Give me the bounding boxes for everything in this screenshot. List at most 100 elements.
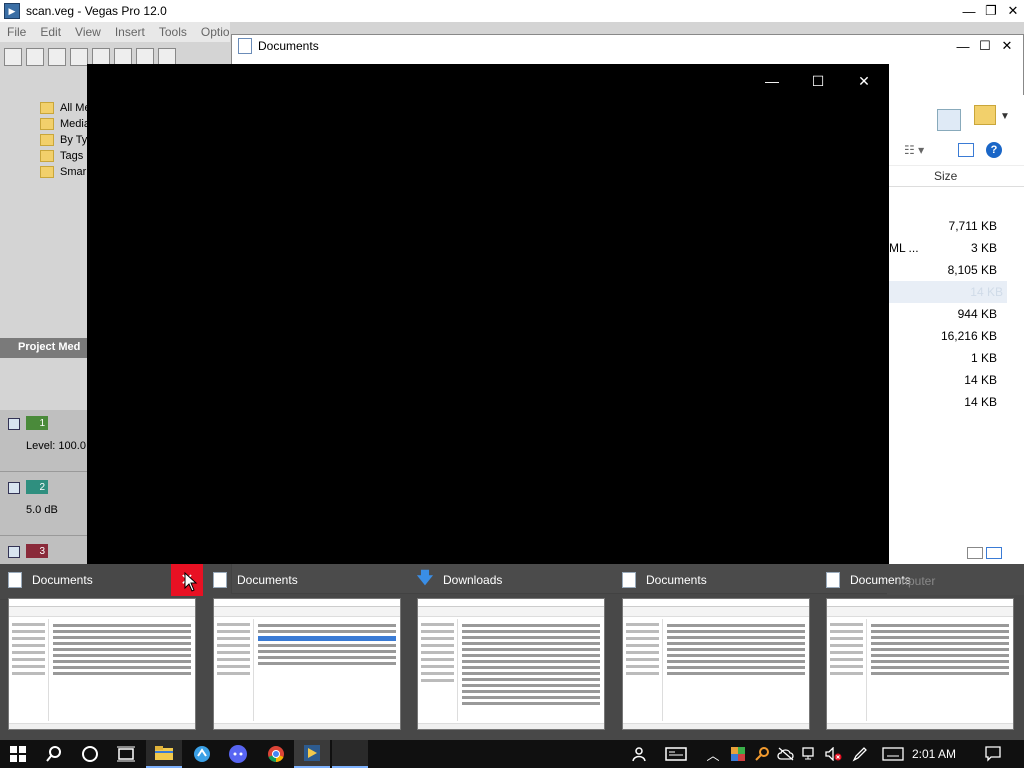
tree-item-smart-bins[interactable]: Smar [40, 164, 92, 180]
details-view-icon[interactable] [967, 547, 983, 559]
details-pane-icon[interactable] [958, 143, 974, 157]
minimize-button[interactable]: — [958, 2, 980, 20]
preview-title: Documents [646, 573, 707, 587]
save-icon[interactable] [48, 48, 66, 66]
vegas-pro-icon[interactable] [294, 740, 330, 768]
preview-thumbnail[interactable] [417, 598, 605, 730]
close-button[interactable]: ✕ [1002, 2, 1024, 20]
browser-icon[interactable] [184, 740, 220, 768]
minimize-button[interactable]: — [952, 37, 974, 55]
preview-thumbnail[interactable] [213, 598, 401, 730]
preview-title: Downloads [443, 573, 503, 587]
menu-edit[interactable]: Edit [33, 25, 68, 39]
menu-tools[interactable]: Tools [152, 25, 194, 39]
close-button[interactable]: ✕ [841, 72, 887, 90]
cloud-offline-icon[interactable] [776, 740, 796, 768]
help-icon[interactable]: ? [986, 142, 1002, 158]
track-menu-icon[interactable] [8, 482, 20, 494]
window-preview[interactable]: 🡇 Downloads [409, 564, 612, 740]
file-explorer-icon[interactable] [146, 740, 182, 768]
pen-icon[interactable] [850, 740, 870, 768]
track-menu-icon[interactable] [8, 546, 20, 558]
minimize-button[interactable]: — [749, 72, 795, 90]
preview-thumbnail[interactable] [826, 598, 1014, 730]
file-size: 944 KB [957, 307, 997, 321]
document-folder-icon [8, 572, 22, 588]
view-list-icon[interactable]: ☷ ▾ [904, 143, 924, 157]
system-clock[interactable]: 2:01 AM [912, 740, 956, 768]
file-size: 7,711 KB [948, 219, 997, 233]
folder-icon [40, 150, 54, 162]
window-preview[interactable]: Documents [205, 564, 408, 740]
taskbar-preview-strip: Documents ✕ Documents 🡇 Downloads [0, 564, 1024, 740]
maximize-button[interactable]: ☐ [795, 72, 841, 90]
menu-view[interactable]: View [68, 25, 108, 39]
network-icon[interactable] [800, 740, 820, 768]
tree-item-label: All Me [60, 102, 91, 114]
key-search-icon[interactable] [752, 740, 772, 768]
download-arrow-icon: 🡇 [416, 569, 434, 587]
news-icon[interactable] [662, 740, 690, 768]
size-column-header[interactable]: Size [887, 165, 1024, 187]
preview-thumbnail[interactable] [8, 598, 196, 730]
chevron-up-icon[interactable]: ︿ [704, 740, 722, 768]
selected-file-row[interactable]: 14 KB [887, 281, 1007, 303]
tree-item-tags[interactable]: Tags [40, 148, 92, 164]
computer-label-fragment: mputer [898, 574, 936, 588]
chrome-icon[interactable] [258, 740, 294, 768]
open-folder-icon[interactable] [26, 48, 44, 66]
preview-header: Documents [213, 570, 298, 590]
discord-icon[interactable] [220, 740, 256, 768]
size-header-label: Size [934, 169, 958, 183]
track-number: 1 [26, 416, 48, 430]
new-file-icon[interactable] [4, 48, 22, 66]
track-menu-icon[interactable] [8, 418, 20, 430]
preview-header: 🡇 Downloads [416, 569, 503, 590]
preview-thumbnail[interactable] [622, 598, 810, 730]
documents-window-title: Documents [258, 39, 319, 53]
window-preview[interactable]: Documents [818, 564, 1021, 740]
volume-muted-icon[interactable] [824, 740, 844, 768]
windows-start-icon[interactable] [0, 740, 36, 768]
track-level-label: Level: 100.0 [26, 440, 86, 452]
view-toggle[interactable] [967, 547, 1007, 563]
track-level-label: 5.0 dB [26, 504, 58, 516]
tree-item-by-type[interactable]: By Ty [40, 132, 92, 148]
preview-pane-icon[interactable] [937, 109, 961, 131]
track-header[interactable]: 2 5.0 dB [0, 474, 90, 536]
keyboard-icon[interactable] [880, 740, 906, 768]
window-preview[interactable]: Documents [614, 564, 817, 740]
project-media-panel: All Me Media By Ty Tags Smar Project Med [0, 72, 92, 362]
people-icon[interactable] [628, 740, 652, 768]
file-size: 16,216 KB [940, 329, 997, 343]
folder-options-icon[interactable] [974, 105, 996, 125]
chevron-down-icon[interactable]: ▼ [1000, 111, 1010, 122]
close-button[interactable]: ✕ [996, 37, 1018, 55]
tree-item-label: Smar [60, 166, 87, 178]
track-number: 2 [26, 480, 48, 494]
action-center-icon[interactable] [978, 740, 1008, 768]
menu-file[interactable]: File [0, 25, 33, 39]
preview-header: Documents [622, 570, 707, 590]
task-view-icon[interactable] [108, 740, 144, 768]
tree-item-media-bins[interactable]: Media [40, 116, 92, 132]
project-media-tab[interactable]: Project Med [18, 341, 80, 353]
taskbar-app-slot[interactable] [332, 740, 368, 768]
restore-button[interactable]: ❐ [980, 2, 1002, 20]
file-size: 14 KB [964, 395, 997, 409]
save-as-icon[interactable] [70, 48, 88, 66]
folder-icon [40, 118, 54, 130]
vegas-title-bar: ▶ scan.veg - Vegas Pro 12.0 — ❐ ✕ [0, 0, 1024, 22]
menu-insert[interactable]: Insert [108, 25, 152, 39]
track-number: 3 [26, 544, 48, 558]
maximize-button[interactable]: ☐ [974, 37, 996, 55]
file-size: 14 KB [964, 373, 997, 387]
large-icons-view-icon[interactable] [986, 547, 1002, 559]
track-header[interactable]: 1 Level: 100.0 [0, 410, 90, 472]
tree-item-all-media[interactable]: All Me [40, 100, 92, 116]
search-icon[interactable] [36, 740, 72, 768]
window-preview[interactable]: Documents ✕ [0, 564, 203, 740]
app-tray-icon[interactable] [728, 740, 748, 768]
vegas-window-title: scan.veg - Vegas Pro 12.0 [26, 4, 167, 18]
cortana-circle-icon[interactable] [72, 740, 108, 768]
